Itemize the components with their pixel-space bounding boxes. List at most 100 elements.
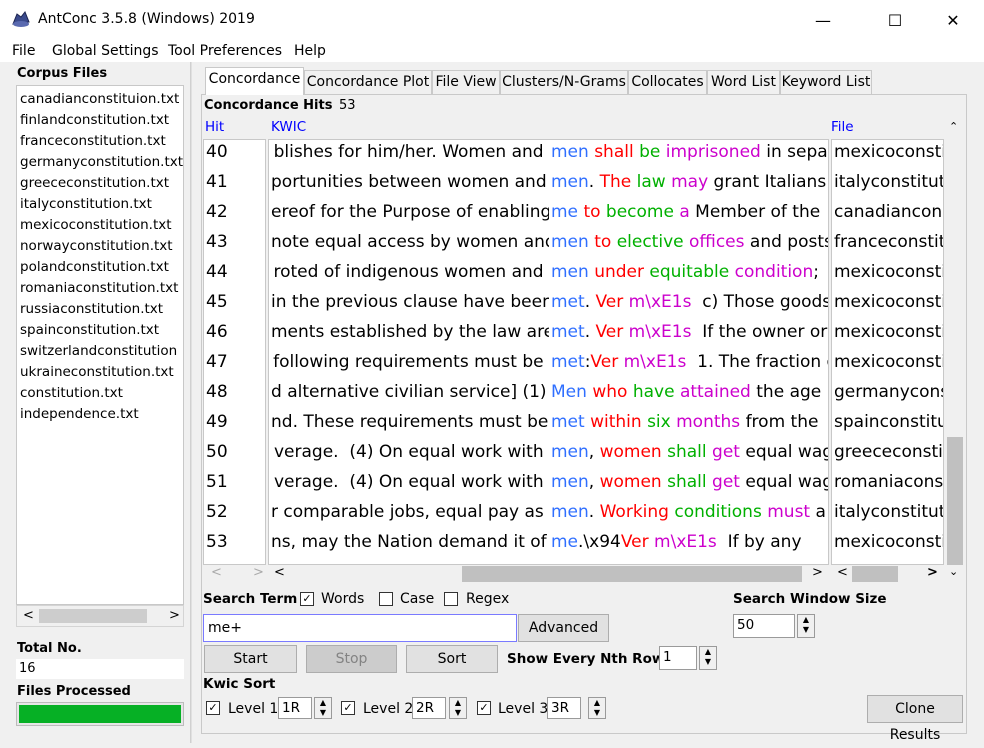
minimize-button[interactable]: —: [800, 0, 846, 40]
tab-concordance-plot[interactable]: Concordance Plot: [304, 70, 432, 94]
kwic-keyword[interactable]: me: [551, 202, 578, 222]
hit-number[interactable]: 48: [206, 382, 228, 402]
file-name-cell[interactable]: canadianconsti: [834, 202, 943, 222]
kwic-scroll-thumb[interactable]: [462, 566, 802, 582]
file-name-cell[interactable]: greececonstitu: [834, 442, 943, 462]
corpus-file-item[interactable]: finlandconstitution.txt: [20, 112, 169, 128]
start-button[interactable]: Start: [204, 645, 297, 673]
file-name-cell[interactable]: mexicoconstit: [834, 142, 943, 162]
kwic-keyword[interactable]: men: [551, 502, 589, 522]
scroll-right-icon[interactable]: >: [169, 608, 180, 623]
corpus-file-item[interactable]: franceconstitution.txt: [20, 133, 166, 149]
hit-number[interactable]: 43: [206, 232, 228, 252]
menu-global-settings[interactable]: Global Settings: [52, 43, 159, 59]
level3-spinner[interactable]: ▲ ▼: [588, 697, 606, 719]
file-scroll-thumb[interactable]: [852, 566, 898, 582]
kwic-keyword[interactable]: men: [551, 142, 589, 162]
hit-number[interactable]: 45: [206, 292, 228, 312]
level3-checkbox[interactable]: ✓: [477, 701, 491, 715]
corpus-file-item[interactable]: independence.txt: [20, 406, 139, 422]
hit-column[interactable]: 40 41 42 43 44 45 46 47 48 49 50 51 52 53: [203, 139, 266, 565]
corpus-file-item[interactable]: italyconstitution.txt: [20, 196, 152, 212]
file-name-cell[interactable]: mexicoconstit: [834, 352, 943, 372]
corpus-file-item[interactable]: canadianconstituion.txt: [20, 91, 179, 107]
corpus-file-item[interactable]: romaniaconstitution.txt: [20, 280, 178, 296]
file-name-cell[interactable]: spainconstituti: [834, 412, 943, 432]
nth-row-spinner[interactable]: ▲ ▼: [699, 646, 717, 670]
hit-number[interactable]: 49: [206, 412, 228, 432]
kwic-keyword[interactable]: men: [551, 472, 589, 492]
tab-clusters-ngrams[interactable]: Clusters/N-Grams: [500, 70, 628, 94]
level2-checkbox[interactable]: ✓: [341, 701, 355, 715]
kwic-keyword[interactable]: met: [551, 412, 585, 432]
maximize-button[interactable]: ☐: [872, 0, 918, 40]
corpus-file-item[interactable]: polandconstitution.txt: [20, 259, 169, 275]
kwic-keyword[interactable]: met: [551, 322, 585, 342]
file-column[interactable]: mexicoconstit italyconstitutio canadiancon…: [831, 139, 944, 565]
level1-spinner[interactable]: ▲ ▼: [314, 697, 332, 719]
corpus-file-item[interactable]: switzerlandconstitution: [20, 343, 177, 359]
menu-help[interactable]: Help: [294, 43, 326, 59]
corpus-file-item[interactable]: russiaconstitution.txt: [20, 301, 163, 317]
kwic-keyword[interactable]: met: [551, 352, 585, 372]
tab-concordance[interactable]: Concordance: [205, 67, 304, 95]
advanced-button[interactable]: Advanced: [518, 614, 609, 642]
hit-number[interactable]: 50: [206, 442, 228, 462]
results-vertical-thumb[interactable]: [947, 437, 963, 565]
corpus-file-item[interactable]: mexicoconstitution.txt: [20, 217, 172, 233]
regex-checkbox[interactable]: [444, 592, 458, 606]
kwic-keyword[interactable]: me: [551, 532, 578, 552]
file-name-cell[interactable]: mexicoconstit: [834, 532, 943, 552]
scroll-right-icon[interactable]: >: [927, 565, 938, 580]
sort-button[interactable]: Sort: [406, 645, 498, 673]
scroll-down-icon[interactable]: ⌄: [949, 565, 958, 578]
kwic-keyword[interactable]: met: [551, 292, 585, 312]
hit-number[interactable]: 44: [206, 262, 228, 282]
file-name-cell[interactable]: italyconstitutio: [834, 502, 943, 522]
menu-file[interactable]: File: [12, 43, 35, 59]
level1-input[interactable]: 1R: [278, 697, 312, 719]
corpus-file-item[interactable]: norwayconstitution.txt: [20, 238, 173, 254]
kwic-keyword[interactable]: men: [551, 262, 589, 282]
file-name-cell[interactable]: germanyconst: [834, 382, 943, 402]
hit-number[interactable]: 40: [206, 142, 228, 162]
tab-collocates[interactable]: Collocates: [628, 70, 707, 94]
nth-row-input[interactable]: 1: [659, 646, 697, 670]
panel-divider[interactable]: [190, 62, 192, 743]
scroll-up-icon[interactable]: ⌃: [949, 120, 958, 133]
kwic-keyword[interactable]: Men: [551, 382, 587, 402]
hit-horizontal-scrollbar[interactable]: < >: [203, 565, 267, 583]
file-name-cell[interactable]: franceconstitut: [834, 232, 943, 252]
hit-number[interactable]: 47: [206, 352, 228, 372]
hit-number[interactable]: 41: [206, 172, 228, 192]
scroll-left-icon[interactable]: <: [23, 608, 34, 623]
tab-word-list[interactable]: Word List: [707, 70, 780, 94]
kwic-keyword[interactable]: men: [551, 232, 589, 252]
kwic-keyword[interactable]: men: [551, 442, 589, 462]
hit-number[interactable]: 52: [206, 502, 228, 522]
hit-number[interactable]: 42: [206, 202, 228, 222]
case-checkbox[interactable]: [379, 592, 393, 606]
close-button[interactable]: ✕: [930, 0, 976, 40]
corpus-file-item[interactable]: ukraineconstitution.txt: [20, 364, 174, 380]
menu-tool-preferences[interactable]: Tool Preferences: [168, 43, 282, 59]
scroll-left-icon[interactable]: <: [837, 565, 848, 580]
file-name-cell[interactable]: italyconstitutio: [834, 172, 943, 192]
words-checkbox[interactable]: ✓: [300, 592, 314, 606]
level2-spinner[interactable]: ▲ ▼: [449, 697, 467, 719]
kwic-keyword[interactable]: men: [551, 172, 589, 192]
tab-keyword-list[interactable]: Keyword List: [780, 70, 872, 94]
corpus-file-item[interactable]: germanyconstitution.txt: [20, 154, 183, 170]
file-name-cell[interactable]: mexicoconstit: [834, 292, 943, 312]
scroll-left-icon[interactable]: <: [211, 565, 222, 580]
clone-results-button[interactable]: Clone Results: [867, 695, 963, 743]
tab-file-view[interactable]: File View: [432, 70, 500, 94]
file-name-cell[interactable]: mexicoconstit: [834, 262, 943, 282]
hit-number[interactable]: 51: [206, 472, 228, 492]
scroll-right-icon[interactable]: >: [253, 565, 264, 580]
level1-checkbox[interactable]: ✓: [206, 701, 220, 715]
kwic-column-header[interactable]: KWIC: [271, 119, 306, 135]
corpus-scroll-thumb[interactable]: [39, 609, 147, 623]
search-window-size-spinner[interactable]: ▲ ▼: [797, 614, 815, 638]
level2-input[interactable]: 2R: [412, 697, 446, 719]
